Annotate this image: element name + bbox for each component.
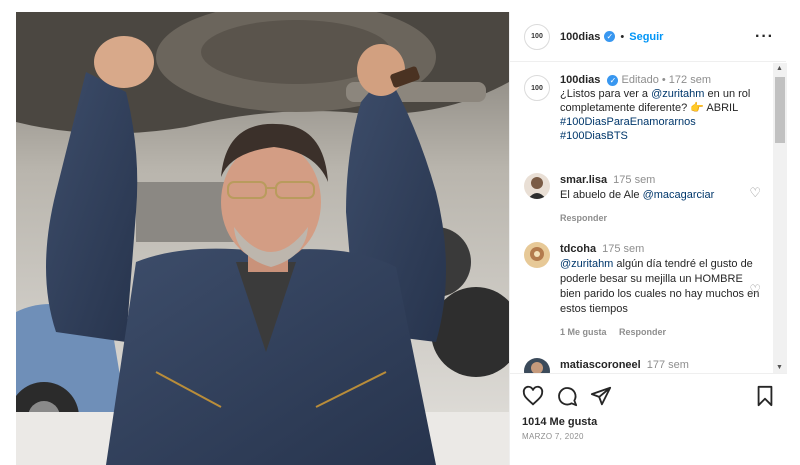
- caption-avatar[interactable]: 100: [524, 75, 550, 101]
- comment-mention[interactable]: @macagarciar: [643, 189, 715, 201]
- like-comment-heart-icon[interactable]: ♡: [749, 282, 761, 298]
- comment-avatar[interactable]: [524, 242, 550, 268]
- comment-body: matiascoroneel 177 sem: [560, 358, 760, 373]
- comment-avatar[interactable]: [524, 173, 550, 199]
- comment-item: tdcoha 175 sem @zuritahm algún día tendr…: [510, 242, 787, 340]
- reply-button[interactable]: Responder: [619, 327, 666, 337]
- like-heart-icon[interactable]: [522, 385, 544, 407]
- comment-item: matiascoroneel 177 sem: [510, 358, 787, 373]
- comment-username[interactable]: smar.lisa: [560, 174, 607, 186]
- comments-list[interactable]: 100 100dias ✓ Editado • 172 sem ¿Listos …: [510, 63, 787, 373]
- separator-dot: •: [661, 74, 669, 86]
- comment-mention[interactable]: @zuritahm: [560, 258, 613, 270]
- caption-mention[interactable]: @zuritahm: [651, 88, 704, 100]
- account-avatar[interactable]: 100: [524, 23, 550, 50]
- comment-username[interactable]: tdcoha: [560, 243, 596, 255]
- caption-avatar-text: 100: [531, 84, 543, 92]
- comment-actions: 1 Me gusta Responder: [560, 325, 760, 340]
- save-bookmark-icon[interactable]: [755, 385, 775, 407]
- separator-dot: •: [620, 30, 625, 43]
- verified-badge-icon: ✓: [604, 31, 616, 42]
- comment-item: smar.lisa 175 sem El abuelo de Ale @maca…: [510, 173, 787, 226]
- action-bar: [522, 382, 775, 410]
- hashtag-link[interactable]: #100DiasBTS: [560, 130, 628, 142]
- comment-body: smar.lisa 175 sem El abuelo de Ale @maca…: [560, 173, 760, 226]
- comment-username[interactable]: matiascoroneel: [560, 359, 641, 371]
- caption-body: 100dias ✓ Editado • 172 sem ¿Listos para…: [560, 73, 769, 143]
- scroll-down-arrow-icon[interactable]: ▼: [776, 364, 783, 371]
- comment-bubble-icon[interactable]: [556, 385, 578, 407]
- scrollbar-thumb[interactable]: [775, 77, 785, 143]
- comment-time: 175 sem: [613, 174, 656, 186]
- more-options-icon[interactable]: ···: [755, 28, 774, 46]
- post-caption: 100 100dias ✓ Editado • 172 sem ¿Listos …: [510, 63, 787, 143]
- comment-avatar[interactable]: [524, 358, 550, 373]
- post-date[interactable]: MARZO 7, 2020: [522, 432, 775, 441]
- account-username[interactable]: 100dias: [560, 31, 600, 43]
- caption-username[interactable]: 100dias: [560, 74, 600, 86]
- comment-likes[interactable]: 1 Me gusta: [560, 327, 607, 337]
- scroll-up-arrow-icon[interactable]: ▲: [776, 65, 783, 72]
- post-modal: 100 100dias ✓ • Seguir ··· 100 100dias ✓…: [16, 12, 787, 465]
- caption-time: 172 sem: [668, 74, 711, 86]
- caption-edited: Editado: [621, 74, 659, 86]
- follow-button[interactable]: Seguir: [629, 31, 663, 43]
- comment-body: tdcoha 175 sem @zuritahm algún día tendr…: [560, 242, 760, 340]
- comment-text: El abuelo de Ale: [560, 189, 640, 201]
- comments-scrollbar[interactable]: ▲ ▼: [773, 63, 787, 373]
- post-side-panel: 100 100dias ✓ • Seguir ··· 100 100dias ✓…: [509, 12, 787, 465]
- share-paper-plane-icon[interactable]: [590, 385, 612, 407]
- post-header: 100 100dias ✓ • Seguir ···: [510, 12, 786, 62]
- post-photo[interactable]: [16, 12, 509, 465]
- comment-time: 175 sem: [602, 243, 645, 255]
- comment-actions: Responder: [560, 211, 760, 226]
- caption-text-1: ¿Listos para ver a: [560, 88, 649, 100]
- account-avatar-text: 100: [531, 33, 543, 40]
- reply-button[interactable]: Responder: [560, 213, 607, 223]
- post-footer: 1014 Me gusta MARZO 7, 2020: [510, 373, 787, 465]
- mechanic-photo: [16, 12, 509, 465]
- comment-time: 177 sem: [646, 359, 689, 371]
- hashtag-link[interactable]: #100DiasParaEnamorarnos: [560, 116, 696, 128]
- verified-badge-icon: ✓: [607, 75, 619, 86]
- like-comment-heart-icon[interactable]: ♡: [749, 185, 761, 201]
- likes-count[interactable]: 1014 Me gusta: [522, 416, 775, 428]
